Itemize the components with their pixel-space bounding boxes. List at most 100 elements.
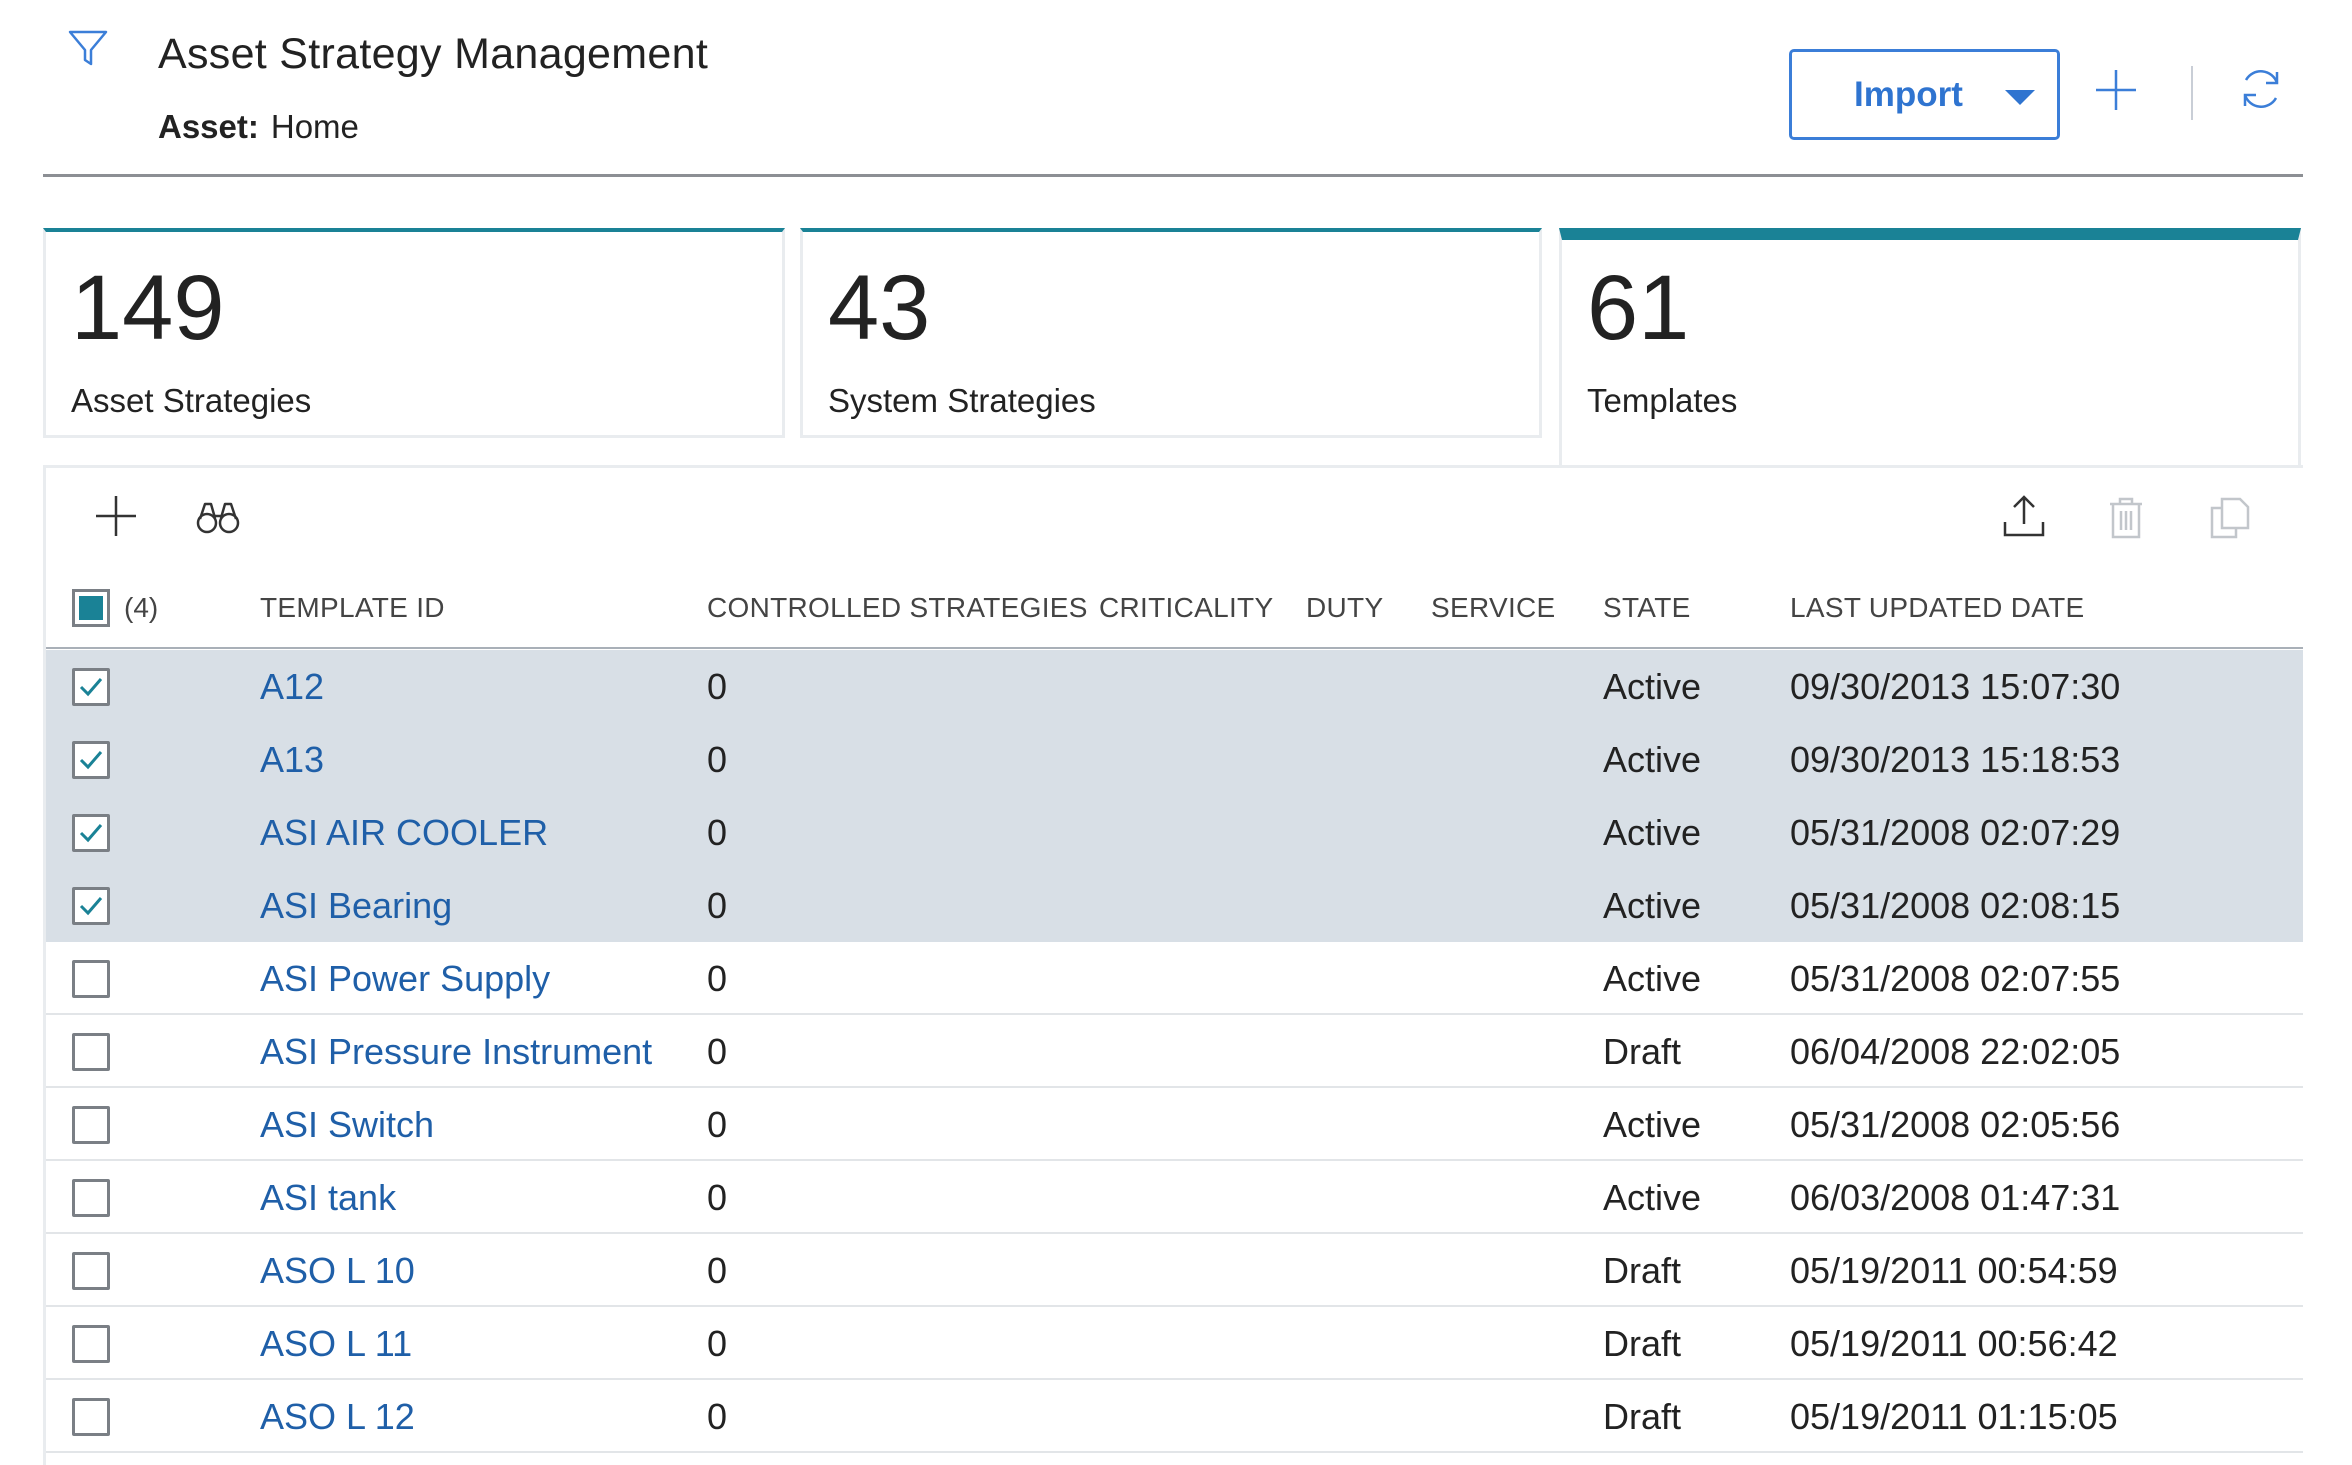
last-updated-value: 05/31/2008 02:07:55 [1790, 958, 2121, 999]
state-value: Active [1603, 885, 1702, 926]
row-checkbox[interactable] [72, 1398, 110, 1436]
asset-value[interactable]: Home [271, 108, 359, 145]
page-title: Asset Strategy Management [158, 30, 709, 78]
trash-icon [2110, 497, 2142, 539]
controlled-strategies-value: 0 [707, 666, 728, 707]
template-id-link[interactable]: ASI Power Supply [260, 958, 550, 1000]
refresh-icon[interactable] [2238, 66, 2284, 112]
state-value: Draft [1603, 1250, 1682, 1291]
last-updated-value: 06/03/2008 01:47:31 [1790, 1177, 2121, 1218]
header-separator [2191, 66, 2193, 120]
binoculars-icon[interactable] [194, 492, 242, 540]
last-updated-value: 05/19/2011 00:56:42 [1790, 1323, 2118, 1364]
card-asset-strategies[interactable]: 149 Asset Strategies [43, 228, 785, 438]
plus-icon[interactable] [2094, 68, 2138, 112]
row-checkbox[interactable] [72, 668, 110, 706]
last-updated-value: 05/31/2008 02:05:56 [1790, 1104, 2121, 1145]
column-state[interactable]: STATE [1603, 592, 1691, 624]
grid-header-divider [46, 647, 2303, 649]
card-count: 61 [1587, 257, 1690, 359]
row-checkbox[interactable] [72, 741, 110, 779]
upload-icon[interactable] [2000, 492, 2048, 540]
controlled-strategies-value: 0 [707, 1323, 728, 1364]
row-checkbox[interactable] [72, 814, 110, 852]
import-button[interactable]: Import [1789, 49, 2060, 140]
add-template-icon[interactable] [92, 492, 140, 540]
page-header: Asset Strategy Management Asset: Home Imp… [0, 0, 2352, 177]
controlled-strategies-value: 0 [707, 958, 728, 999]
state-value: Draft [1603, 1396, 1682, 1437]
state-value: Active [1603, 812, 1702, 853]
table-row[interactable]: ASI Pressure Instrument 0 Draft 06/04/2008 … [46, 1015, 2303, 1088]
template-id-link[interactable]: ASO L 11 [260, 1323, 412, 1365]
controlled-strategies-value: 0 [707, 739, 728, 780]
last-updated-value: 05/31/2008 02:07:29 [1790, 812, 2121, 853]
table-row[interactable]: ASI tank 0 Active 06/03/2008 01:47:31 [46, 1161, 2303, 1234]
card-count: 43 [828, 257, 931, 359]
template-id-link[interactable]: ASI AIR COOLER [260, 812, 548, 854]
row-checkbox[interactable] [72, 960, 110, 998]
controlled-strategies-value: 0 [707, 1104, 728, 1145]
last-updated-value: 09/30/2013 15:07:30 [1790, 666, 2121, 707]
column-service[interactable]: SERVICE [1431, 592, 1556, 624]
table-row[interactable]: A12 0 Active 09/30/2013 15:07:30 [46, 650, 2303, 723]
table-row[interactable]: ASI Switch 0 Active 05/31/2008 02:05:56 [46, 1088, 2303, 1161]
column-template-id[interactable]: TEMPLATE ID [260, 592, 445, 624]
template-id-link[interactable]: ASI Switch [260, 1104, 434, 1146]
card-templates[interactable]: 61 Templates [1559, 228, 2301, 468]
column-duty[interactable]: DUTY [1306, 592, 1383, 624]
state-value: Draft [1603, 1323, 1682, 1364]
template-id-link[interactable]: ASI Pressure Instrument [260, 1031, 652, 1073]
template-id-link[interactable]: ASO L 10 [260, 1250, 415, 1292]
column-criticality[interactable]: CRITICALITY [1099, 592, 1273, 624]
row-checkbox[interactable] [72, 1179, 110, 1217]
table-row[interactable]: ASI Bearing 0 Active 05/31/2008 02:08:15 [46, 869, 2303, 942]
card-system-strategies[interactable]: 43 System Strategies [800, 228, 1542, 438]
template-id-link[interactable]: ASO L 12 [260, 1396, 415, 1438]
column-controlled-strategies[interactable]: CONTROLLED STRATEGIES [707, 592, 1088, 624]
template-id-link[interactable]: ASI tank [260, 1177, 396, 1219]
column-last-updated-date[interactable]: LAST UPDATED DATE [1790, 592, 2085, 624]
card-label: Asset Strategies [71, 382, 312, 419]
state-value: Active [1603, 1104, 1702, 1145]
table-row[interactable]: ASI AIR COOLER 0 Active 05/31/2008 02:07:29 [46, 796, 2303, 869]
last-updated-value: 06/04/2008 22:02:05 [1790, 1031, 2121, 1072]
table-row[interactable]: ASO L 10 0 Draft 05/19/2011 00:54:59 [46, 1234, 2303, 1307]
state-value: Active [1603, 739, 1702, 780]
controlled-strategies-value: 0 [707, 885, 728, 926]
import-button-label: Import [1854, 74, 1963, 114]
table-row[interactable]: A13 0 Active 09/30/2013 15:18:53 [46, 723, 2303, 796]
controlled-strategies-value: 0 [707, 1177, 728, 1218]
controlled-strategies-value: 0 [707, 1250, 728, 1291]
select-all-indicator [79, 596, 103, 620]
card-count: 149 [71, 257, 225, 359]
last-updated-value: 05/19/2011 00:54:59 [1790, 1250, 2118, 1291]
checkmark-icon [79, 824, 103, 843]
checkmark-icon [79, 751, 103, 770]
template-id-link[interactable]: A13 [260, 739, 324, 781]
checkmark-icon [79, 897, 103, 916]
row-checkbox[interactable] [72, 1033, 110, 1071]
state-value: Draft [1603, 1031, 1682, 1072]
copy-icon [2210, 497, 2250, 539]
row-checkbox[interactable] [72, 887, 110, 925]
controlled-strategies-value: 0 [707, 1396, 728, 1437]
last-updated-value: 05/31/2008 02:08:15 [1790, 885, 2121, 926]
row-checkbox[interactable] [72, 1252, 110, 1290]
row-checkbox[interactable] [72, 1106, 110, 1144]
card-label: Templates [1587, 382, 1738, 419]
filter-icon[interactable] [66, 26, 110, 70]
row-checkbox[interactable] [72, 1325, 110, 1363]
table-row[interactable]: ASI Power Supply 0 Active 05/31/2008 02:07:… [46, 942, 2303, 1015]
table-row[interactable]: ASO L 11 0 Draft 05/19/2011 00:56:42 [46, 1307, 2303, 1380]
header-divider [43, 174, 2303, 177]
state-value: Active [1603, 666, 1702, 707]
controlled-strategies-value: 0 [707, 1031, 728, 1072]
state-value: Active [1603, 1177, 1702, 1218]
template-id-link[interactable]: A12 [260, 666, 324, 708]
template-id-link[interactable]: ASI Bearing [260, 885, 452, 927]
last-updated-value: 09/30/2013 15:18:53 [1790, 739, 2121, 780]
controlled-strategies-value: 0 [707, 812, 728, 853]
table-row[interactable]: ASO L 12 0 Draft 05/19/2011 01:15:05 [46, 1380, 2303, 1453]
select-all-checkbox[interactable] [72, 589, 110, 627]
